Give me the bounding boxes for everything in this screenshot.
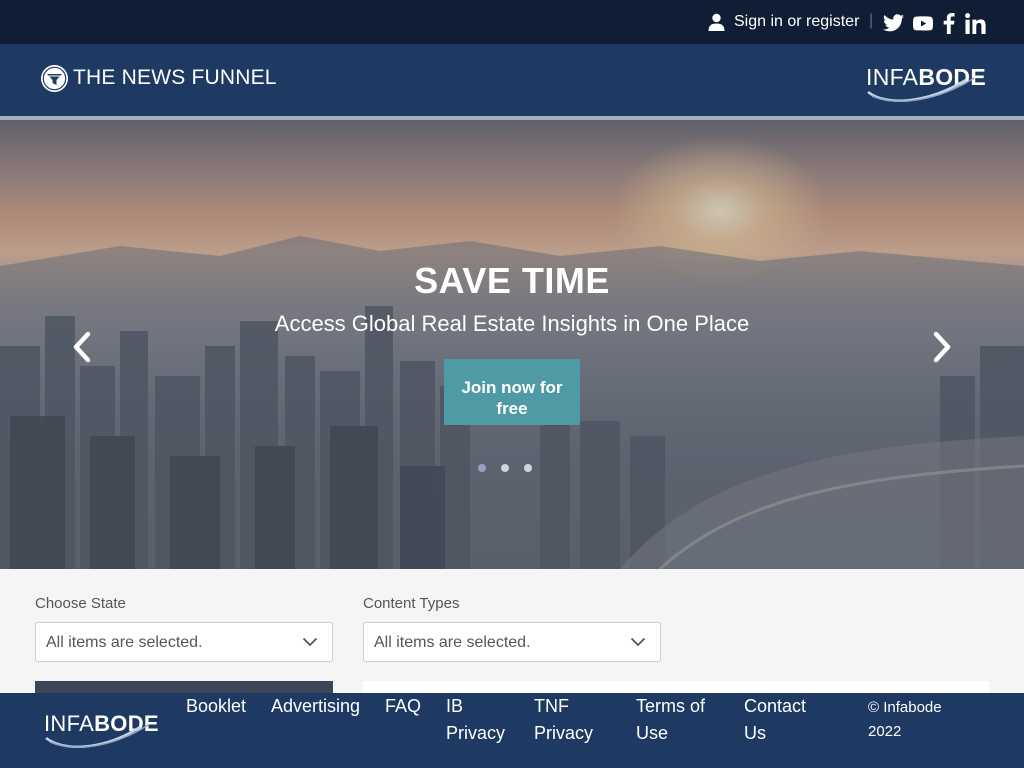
infabode-swoosh-icon <box>867 77 975 102</box>
state-select-value: All items are selected. <box>46 634 203 651</box>
carousel-dot-3[interactable] <box>524 464 532 472</box>
state-filter-label: Choose State <box>35 595 126 612</box>
facebook-icon <box>943 12 955 34</box>
hero-overlay <box>0 116 1024 569</box>
sign-in-label: Sign in or register <box>734 13 860 30</box>
join-now-label-line2: free <box>496 399 528 418</box>
youtube-icon <box>913 15 933 31</box>
footer-link-label-line1: IB <box>446 696 464 716</box>
footer-link-faq[interactable]: FAQ <box>385 693 421 720</box>
state-select[interactable]: All items are selected. <box>35 622 333 662</box>
top-bar: Sign in or register | <box>0 0 1024 44</box>
footer-infabode-swoosh-icon <box>45 724 149 748</box>
user-icon <box>708 13 725 31</box>
hero-subtitle: Access Global Real Estate Insights in On… <box>274 311 750 336</box>
footer-link-label-line1: Terms of <box>636 696 706 716</box>
state-filter: Choose State All items are selected. <box>35 595 333 662</box>
content-types-select[interactable]: All items are selected. <box>363 622 661 662</box>
footer-link-label: Booklet <box>186 696 247 716</box>
footer-link-label: FAQ <box>385 696 422 716</box>
site-header: THE NEWS FUNNEL INFABODE <box>0 44 1024 116</box>
hero-title: SAVE TIME <box>414 260 610 301</box>
carousel-dot-2[interactable] <box>501 464 509 472</box>
carousel-dot-1[interactable] <box>478 464 486 472</box>
footer-link-label-line2: Privacy <box>534 723 594 743</box>
linkedin-link[interactable] <box>965 12 986 34</box>
footer-link-label-line1: TNF <box>534 696 569 716</box>
join-now-label-line1: Join now for <box>461 378 563 397</box>
youtube-link[interactable] <box>913 12 933 34</box>
footer-link-ib-privacy[interactable]: IB Privacy <box>446 693 505 747</box>
footer-infabode-logo[interactable]: INFABODE <box>44 708 159 748</box>
footer-link-label: Advertising <box>271 696 361 716</box>
facebook-link[interactable] <box>943 12 955 34</box>
sign-in-link[interactable]: Sign in or register <box>708 12 859 32</box>
the-news-funnel-logo[interactable]: THE NEWS FUNNEL <box>40 63 277 93</box>
twitter-icon <box>883 14 904 32</box>
footer-link-label-line2: Use <box>636 723 669 743</box>
separator: | <box>869 12 874 29</box>
content-types-filter: Content Types All items are selected. <box>363 595 661 662</box>
footer-link-tnf-privacy[interactable]: TNF Privacy <box>534 693 593 747</box>
copyright: © Infabode 2022 <box>868 696 968 744</box>
linkedin-icon <box>965 12 986 34</box>
footer-link-contact-us[interactable]: Contact Us <box>744 693 806 747</box>
footer-link-label-line1: Contact <box>744 696 807 716</box>
copyright-line2: 2022 <box>868 723 902 740</box>
content-types-select-value: All items are selected. <box>374 634 531 651</box>
chevron-down-icon <box>302 637 318 647</box>
footer-link-label-line2: Privacy <box>446 723 506 743</box>
copyright-line1: © Infabode <box>868 699 942 716</box>
twitter-link[interactable] <box>883 12 904 34</box>
hero-carousel: SAVE TIME Access Global Real Estate Insi… <box>0 116 1024 569</box>
footer-link-booklet[interactable]: Booklet <box>186 693 246 720</box>
carousel-indicators <box>478 464 547 472</box>
chevron-down-icon <box>630 637 646 647</box>
funnel-logo-icon <box>41 64 68 92</box>
content-types-filter-label: Content Types <box>363 595 460 612</box>
site-name: THE NEWS FUNNEL <box>73 66 277 89</box>
infabode-logo[interactable]: INFABODE <box>866 58 986 102</box>
site-footer: INFABODE Booklet Advertising FAQ IB Priv… <box>0 693 1024 768</box>
footer-link-terms-of-use[interactable]: Terms of Use <box>636 693 705 747</box>
join-now-button[interactable]: Join now for free <box>444 359 580 425</box>
footer-link-label-line2: Us <box>744 723 766 743</box>
footer-link-advertising[interactable]: Advertising <box>271 693 360 720</box>
